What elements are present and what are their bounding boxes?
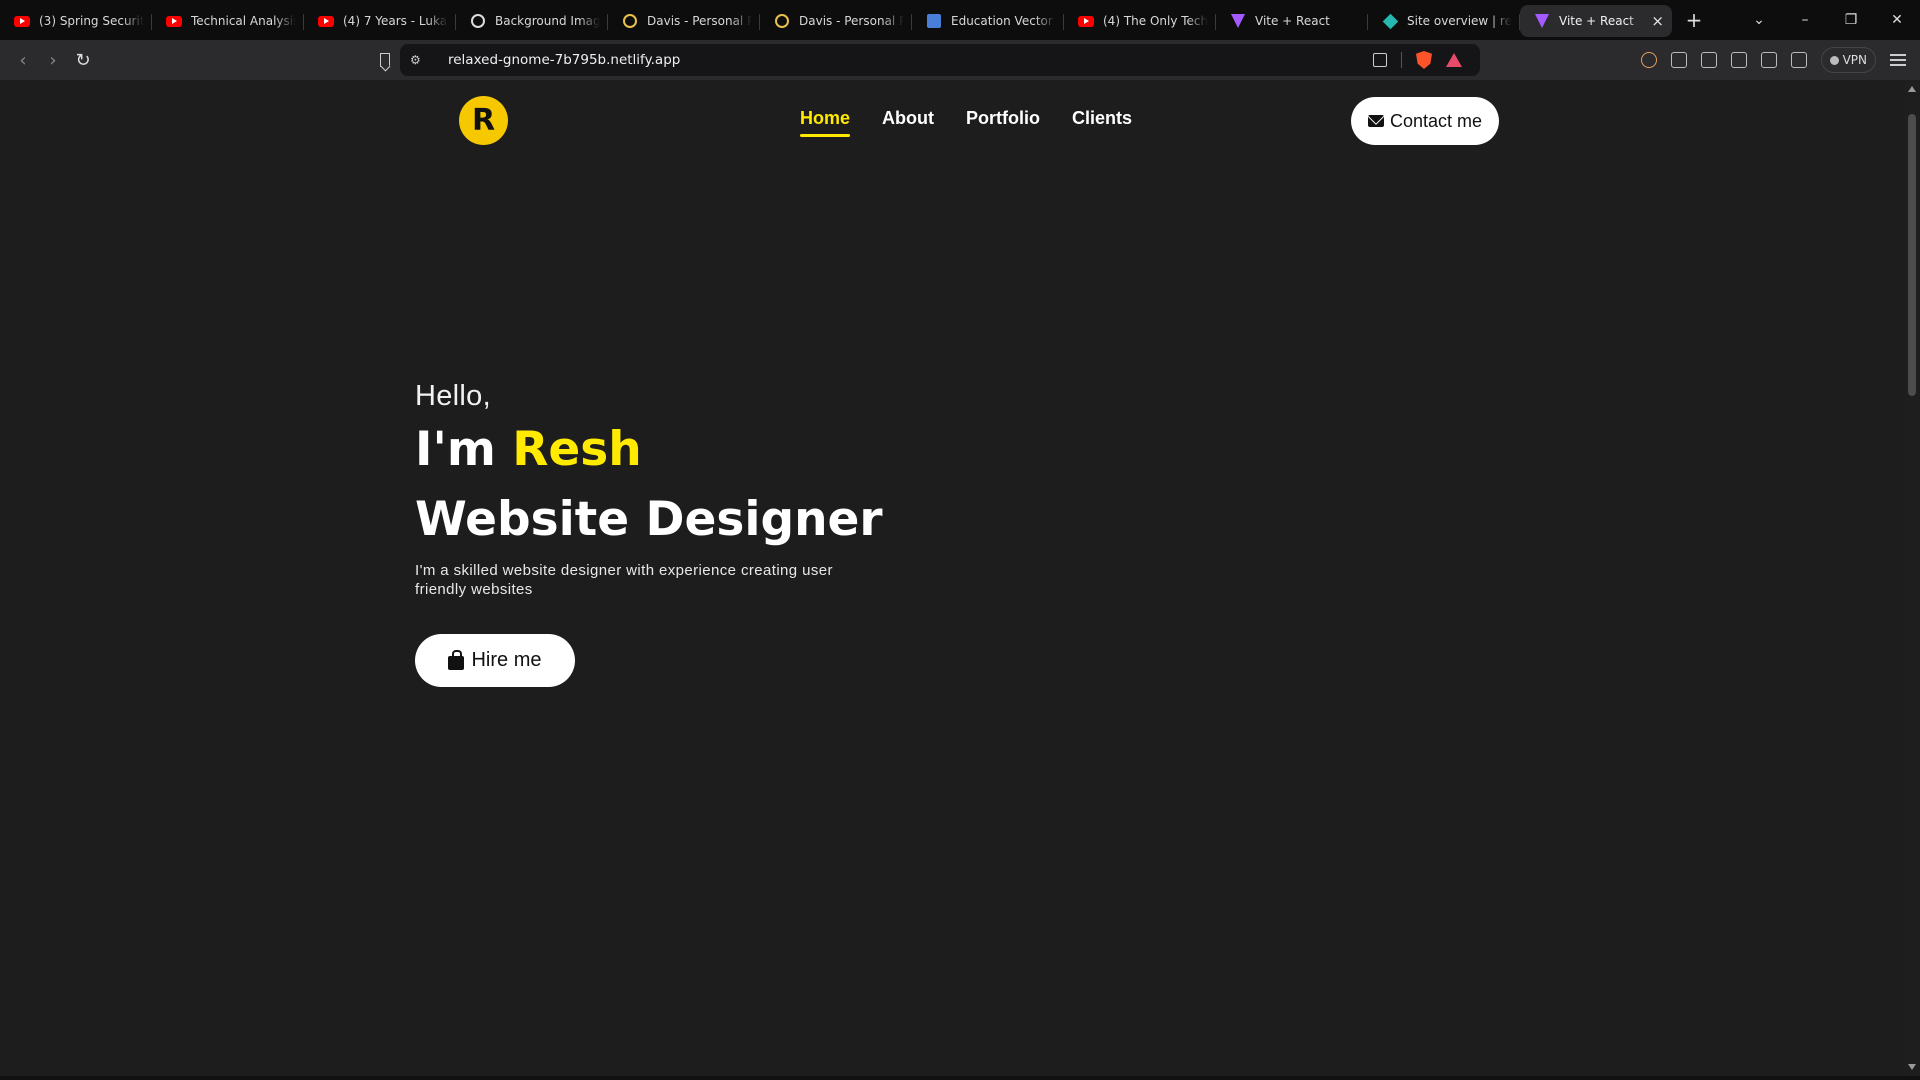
tab-list: (3) Spring Security ( Technical Analysis… bbox=[0, 0, 1672, 40]
back-icon[interactable]: ‹ bbox=[8, 45, 38, 75]
extensions-puzzle-icon[interactable] bbox=[1730, 52, 1747, 68]
nav-clients[interactable]: Clients bbox=[1072, 108, 1132, 137]
tab-background-image[interactable]: Background Image bbox=[456, 5, 608, 37]
tab-vite-react[interactable]: Vite + React bbox=[1216, 5, 1368, 37]
vite-icon bbox=[1230, 13, 1246, 29]
reload-icon[interactable]: ↻ bbox=[68, 45, 98, 75]
cookie-extension-icon[interactable] bbox=[1640, 52, 1657, 68]
sidebar-icon[interactable] bbox=[1760, 52, 1777, 68]
hero-greeting: Hello, bbox=[415, 380, 491, 412]
nav-portfolio[interactable]: Portfolio bbox=[966, 108, 1040, 137]
shopping-bag-icon bbox=[448, 649, 465, 670]
hero-name: Resh bbox=[512, 422, 642, 477]
divider bbox=[1401, 52, 1402, 68]
github-icon bbox=[470, 13, 486, 29]
page-viewport: R Home About Portfolio Clients Contact m… bbox=[0, 80, 1904, 1076]
youtube-icon bbox=[14, 13, 30, 29]
tab-technical-analysis[interactable]: Technical Analysis C bbox=[152, 5, 304, 37]
youtube-icon bbox=[1078, 13, 1094, 29]
tab-title: Education Vector SV bbox=[951, 14, 1056, 28]
screenshot-extension-icon[interactable] bbox=[1670, 52, 1687, 68]
window-bottom-edge bbox=[0, 1076, 1920, 1080]
hero-description: I'm a skilled website designer with expe… bbox=[415, 562, 833, 598]
browser-window: (3) Spring Security ( Technical Analysis… bbox=[0, 0, 1920, 1080]
youtube-icon bbox=[318, 13, 334, 29]
menu-icon[interactable] bbox=[1890, 54, 1906, 66]
tab-only-technical[interactable]: (4) The Only Techni bbox=[1064, 5, 1216, 37]
tab-davis-1[interactable]: Davis - Personal Po bbox=[608, 5, 760, 37]
grid-logo-icon bbox=[926, 13, 942, 29]
envelope-icon bbox=[1367, 115, 1384, 127]
circle-logo-icon bbox=[774, 13, 790, 29]
share-icon[interactable] bbox=[1373, 53, 1387, 67]
hero-section: Hello, I'm Resh Website Designer I'm a s… bbox=[415, 380, 915, 687]
tab-7-years[interactable]: (4) 7 Years - Lukas G bbox=[304, 5, 456, 37]
youtube-icon bbox=[166, 13, 182, 29]
url-text[interactable]: relaxed-gnome-7b795b.netlify.app bbox=[448, 52, 680, 68]
tab-title: Davis - Personal Po bbox=[799, 14, 904, 28]
new-tab-button[interactable]: + bbox=[1676, 4, 1712, 36]
nav-home[interactable]: Home bbox=[800, 108, 851, 137]
minimize-icon[interactable]: – bbox=[1782, 0, 1828, 40]
tab-title: Background Image bbox=[495, 14, 600, 28]
tab-vite-react-active[interactable]: Vite + React × bbox=[1520, 5, 1672, 37]
brave-shields-icon[interactable] bbox=[1416, 51, 1432, 69]
tab-strip: (3) Spring Security ( Technical Analysis… bbox=[0, 0, 1920, 40]
notes-extension-icon[interactable] bbox=[1700, 52, 1717, 68]
tab-title: Davis - Personal Po bbox=[647, 14, 752, 28]
extensions-area: VPN bbox=[1640, 40, 1920, 80]
scrollbar-thumb[interactable] bbox=[1908, 114, 1916, 396]
restore-icon[interactable]: ❐ bbox=[1828, 0, 1874, 40]
vpn-button[interactable]: VPN bbox=[1820, 47, 1876, 73]
scroll-down-arrow-icon[interactable] bbox=[1908, 1064, 1916, 1070]
netlify-icon bbox=[1382, 13, 1398, 29]
vite-icon bbox=[1534, 13, 1550, 29]
tab-title: Site overview | relax bbox=[1407, 14, 1512, 28]
contact-me-button[interactable]: Contact me bbox=[1351, 97, 1499, 145]
vpn-status-icon bbox=[1829, 55, 1839, 65]
tab-title: Vite + React bbox=[1559, 14, 1634, 28]
tab-spring-security[interactable]: (3) Spring Security ( bbox=[0, 5, 152, 37]
bookmark-icon[interactable] bbox=[370, 45, 400, 75]
vpn-label: VPN bbox=[1842, 53, 1867, 67]
scroll-up-arrow-icon[interactable] bbox=[1908, 86, 1916, 92]
tab-title: Technical Analysis C bbox=[191, 14, 296, 28]
forward-icon[interactable]: › bbox=[38, 45, 68, 75]
hero-intro-prefix: I'm bbox=[415, 422, 513, 477]
site-info-icon[interactable]: ⚙ bbox=[410, 53, 430, 67]
contact-label: Contact me bbox=[1389, 110, 1483, 131]
site-logo[interactable]: R bbox=[459, 96, 508, 145]
tab-davis-2[interactable]: Davis - Personal Po bbox=[760, 5, 912, 37]
hero-intro: I'm Resh bbox=[415, 419, 915, 481]
tab-title: (4) 7 Years - Lukas G bbox=[343, 14, 448, 28]
tab-title: (3) Spring Security ( bbox=[39, 14, 144, 28]
browser-toolbar: ‹ › ↻ ⚙ relaxed-gnome-7b795b.netlify.app… bbox=[0, 40, 1920, 80]
hero-role: Website Designer bbox=[415, 492, 883, 547]
tab-site-overview[interactable]: Site overview | relax bbox=[1368, 5, 1520, 37]
wallet-icon[interactable] bbox=[1790, 52, 1807, 68]
hire-me-button[interactable]: Hire me bbox=[415, 634, 575, 687]
tab-search-chevron-icon[interactable]: ⌄ bbox=[1736, 0, 1782, 40]
tab-education-vector[interactable]: Education Vector SV bbox=[912, 5, 1064, 37]
tab-title: (4) The Only Techni bbox=[1103, 14, 1208, 28]
close-window-icon[interactable]: ✕ bbox=[1874, 0, 1920, 40]
window-controls: ⌄ – ❐ ✕ bbox=[1736, 0, 1920, 40]
hire-label: Hire me bbox=[471, 649, 542, 671]
address-bar[interactable]: ⚙ relaxed-gnome-7b795b.netlify.app bbox=[400, 44, 1480, 76]
close-tab-icon[interactable]: × bbox=[1651, 13, 1664, 29]
circle-logo-icon bbox=[622, 13, 638, 29]
tab-title: Vite + React bbox=[1255, 14, 1330, 28]
vertical-scrollbar[interactable] bbox=[1904, 80, 1920, 1076]
site-header: R Home About Portfolio Clients Contact m… bbox=[0, 80, 1904, 160]
main-nav: Home About Portfolio Clients bbox=[800, 108, 1132, 137]
brave-rewards-icon[interactable] bbox=[1446, 53, 1462, 67]
nav-about[interactable]: About bbox=[882, 108, 934, 137]
